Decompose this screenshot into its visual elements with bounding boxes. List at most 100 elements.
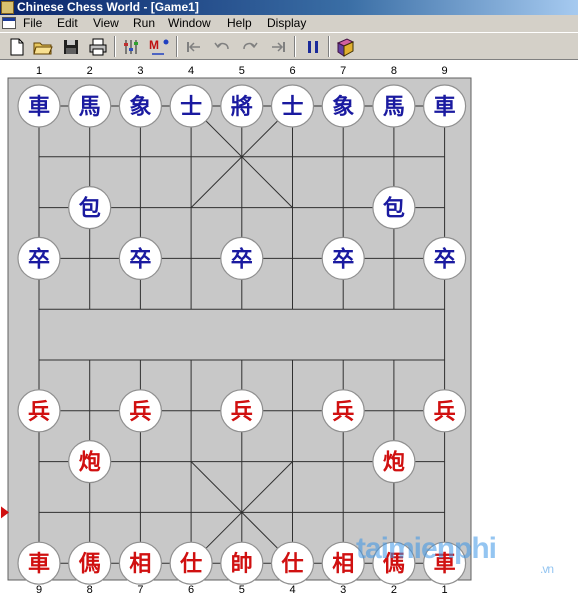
piece-label: 炮 [383, 450, 405, 476]
red-piece[interactable]: 兵 [17, 389, 61, 433]
piece-label: 相 [129, 552, 151, 577]
piece-label: 兵 [28, 400, 50, 425]
red-piece[interactable]: 炮 [68, 440, 112, 484]
black-piece[interactable]: 車 [17, 84, 61, 128]
piece-label: 象 [129, 94, 151, 120]
red-piece[interactable]: 兵 [118, 389, 162, 433]
menu-edit[interactable]: Edit [57, 15, 78, 32]
toolbar-separator [328, 36, 330, 57]
menu-run[interactable]: Run [133, 15, 155, 32]
black-piece[interactable]: 卒 [17, 236, 61, 280]
pause-icon[interactable] [302, 36, 324, 58]
black-piece[interactable]: 卒 [321, 236, 365, 280]
red-piece[interactable]: 帥 [220, 541, 264, 585]
window-title: Chinese Chess World - [Game1] [17, 0, 199, 14]
piece-label: 車 [28, 95, 50, 120]
file-label-bottom: 1 [442, 584, 448, 596]
piece-label: 炮 [79, 450, 101, 476]
piece-label: 兵 [129, 400, 151, 425]
first-move-icon[interactable] [183, 36, 205, 58]
print-icon[interactable] [87, 36, 109, 58]
save-icon[interactable] [60, 36, 82, 58]
black-piece[interactable]: 包 [68, 186, 112, 230]
toolbar-separator [114, 36, 116, 57]
piece-label: 卒 [332, 246, 354, 272]
watermark-suffix: .vn [540, 562, 554, 576]
toolbar: M [0, 32, 578, 60]
move-icon[interactable]: M [148, 36, 170, 58]
last-move-icon[interactable] [267, 36, 289, 58]
red-piece[interactable]: 仕 [270, 541, 315, 585]
piece-label: 卒 [28, 246, 50, 272]
title-bar: Chinese Chess World - [Game1] [0, 0, 578, 15]
piece-label: 將 [231, 95, 253, 120]
piece-label: 車 [434, 95, 456, 120]
black-piece[interactable]: 卒 [423, 236, 467, 280]
undo-icon[interactable] [211, 36, 233, 58]
book-icon[interactable] [334, 36, 356, 58]
red-piece[interactable]: 兵 [423, 389, 467, 433]
file-label-top: 2 [87, 65, 93, 77]
menu-help[interactable]: Help [227, 15, 252, 32]
menu-display[interactable]: Display [267, 15, 306, 32]
black-piece[interactable]: 車 [423, 84, 467, 128]
red-piece[interactable]: 相 [118, 541, 162, 585]
black-piece[interactable]: 包 [372, 186, 416, 230]
black-piece[interactable]: 士 [270, 84, 315, 128]
file-label-bottom: 7 [137, 584, 143, 596]
red-piece[interactable]: 傌 [68, 541, 112, 585]
file-label-bottom: 9 [36, 584, 42, 596]
watermark-logo: taimienphi .vn [356, 532, 554, 576]
file-label-bottom: 2 [391, 584, 397, 596]
black-piece[interactable]: 卒 [220, 236, 264, 280]
toolbar-separator [294, 36, 296, 57]
menu-file[interactable]: File [23, 15, 42, 32]
black-piece[interactable]: 將 [220, 84, 264, 128]
piece-label: 仕 [280, 552, 303, 577]
black-piece[interactable]: 象 [321, 84, 365, 128]
black-piece[interactable]: 象 [118, 84, 162, 128]
bottom-file-labels: 9 8 7 6 5 4 3 2 1 [36, 584, 448, 596]
red-piece[interactable]: 車 [17, 541, 61, 585]
piece-label: 包 [383, 196, 405, 222]
piece-label: 士 [180, 95, 202, 120]
piece-label: 象 [332, 94, 354, 120]
piece-label: 仕 [179, 552, 202, 577]
file-label-top: 6 [289, 65, 295, 77]
menu-view[interactable]: View [93, 15, 119, 32]
app-icon [1, 1, 14, 14]
file-label-bottom: 6 [188, 584, 194, 596]
black-piece[interactable]: 卒 [118, 236, 162, 280]
new-icon[interactable] [6, 36, 28, 58]
piece-label: 帥 [231, 551, 253, 577]
piece-label: 相 [332, 552, 354, 577]
piece-label: 卒 [231, 246, 253, 272]
settings-icon[interactable] [121, 36, 143, 58]
menu-window[interactable]: Window [168, 15, 211, 32]
file-label-top: 1 [36, 65, 42, 77]
watermark-text: taimienphi [356, 532, 497, 565]
black-piece[interactable]: 士 [169, 84, 213, 128]
red-piece[interactable]: 仕 [169, 541, 213, 585]
red-piece[interactable]: 兵 [321, 389, 365, 433]
document-icon[interactable] [2, 17, 16, 29]
board[interactable] [7, 77, 472, 581]
file-label-top: 4 [188, 65, 194, 77]
file-label-bottom: 5 [239, 584, 245, 596]
redo-icon[interactable] [239, 36, 261, 58]
chess-board-area[interactable]: 123456789 車馬象士將士象馬車包 包卒卒卒卒卒兵兵兵兵兵炮 炮車傌相仕帥仕相… [0, 60, 578, 600]
red-piece[interactable]: 兵 [220, 389, 264, 433]
piece-label: 車 [28, 552, 50, 577]
file-label-top: 9 [442, 65, 448, 77]
red-piece[interactable]: 炮 [372, 440, 416, 484]
open-folder-icon[interactable] [32, 36, 54, 58]
black-piece[interactable]: 馬 [372, 84, 416, 128]
piece-label: 兵 [434, 400, 456, 425]
file-label-bottom: 4 [289, 584, 295, 596]
piece-label: 士 [281, 95, 303, 120]
black-piece[interactable]: 馬 [68, 84, 112, 128]
file-label-top: 7 [340, 65, 346, 77]
piece-label: 馬 [79, 95, 101, 120]
file-label-top: 3 [137, 65, 143, 77]
piece-label: 兵 [332, 400, 354, 425]
